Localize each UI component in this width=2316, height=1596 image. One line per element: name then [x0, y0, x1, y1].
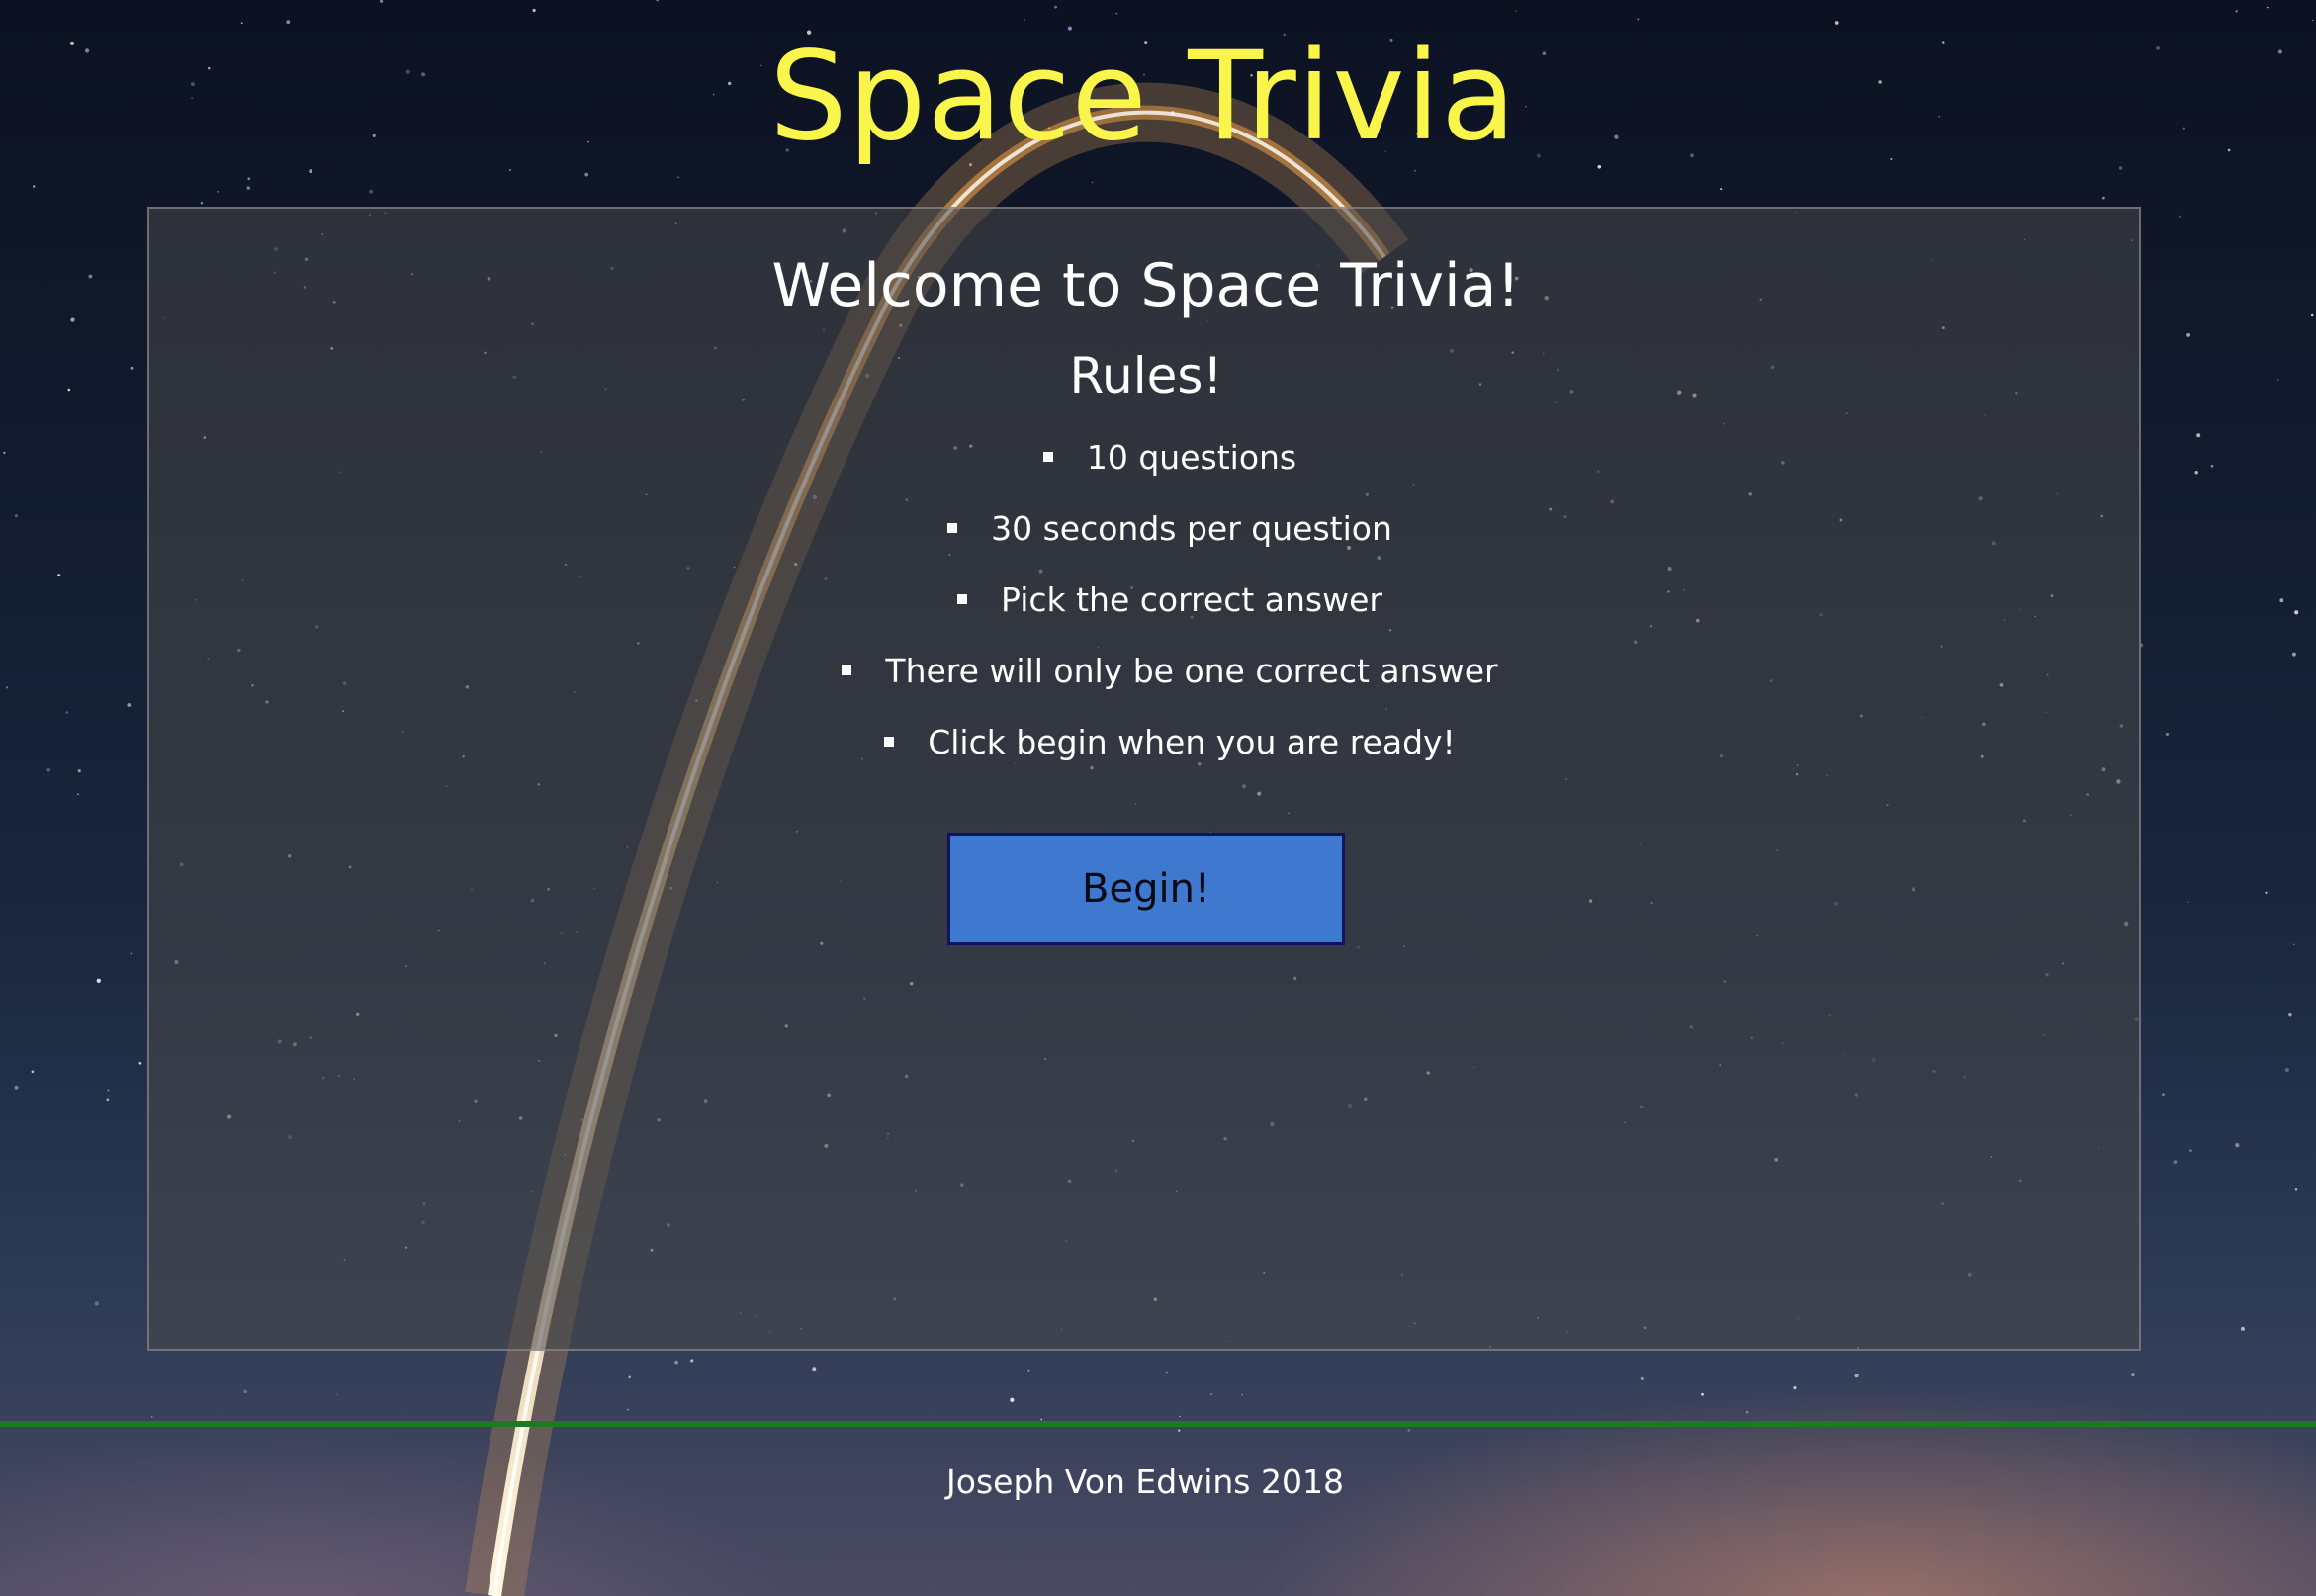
rules-panel: Welcome to Space Trivia! Rules! 10 quest…	[147, 207, 2141, 1351]
rule-item: 10 questions	[149, 422, 2190, 493]
rule-item: 30 seconds per question	[149, 493, 2190, 565]
square-bullet-icon	[842, 665, 852, 675]
square-bullet-icon	[957, 593, 968, 604]
rules-heading: Rules!	[1069, 347, 1223, 404]
rule-item: Pick the correct answer	[149, 565, 2190, 636]
square-bullet-icon	[947, 522, 958, 533]
footer-credit: Joseph Von Edwins 2018	[946, 1463, 1344, 1501]
rule-item: Click begin when you are ready!	[149, 707, 2190, 778]
square-bullet-icon	[884, 736, 895, 747]
rule-text: Pick the correct answer	[1001, 580, 1382, 619]
welcome-heading: Welcome to Space Trivia!	[771, 251, 1521, 320]
rule-text: There will only be one correct answer	[885, 652, 1498, 690]
rule-item: There will only be one correct answer	[149, 636, 2190, 707]
square-bullet-icon	[1042, 451, 1053, 462]
rule-text: 10 questions	[1086, 438, 1297, 477]
rule-text: Click begin when you are ready!	[928, 723, 1456, 761]
footer-divider	[0, 1421, 2316, 1427]
rule-text: 30 seconds per question	[991, 509, 1392, 548]
begin-button[interactable]: Begin!	[947, 833, 1345, 945]
rules-list: 10 questions 30 seconds per question Pic…	[149, 422, 2190, 778]
page-title: Space Trivia	[768, 26, 1518, 168]
